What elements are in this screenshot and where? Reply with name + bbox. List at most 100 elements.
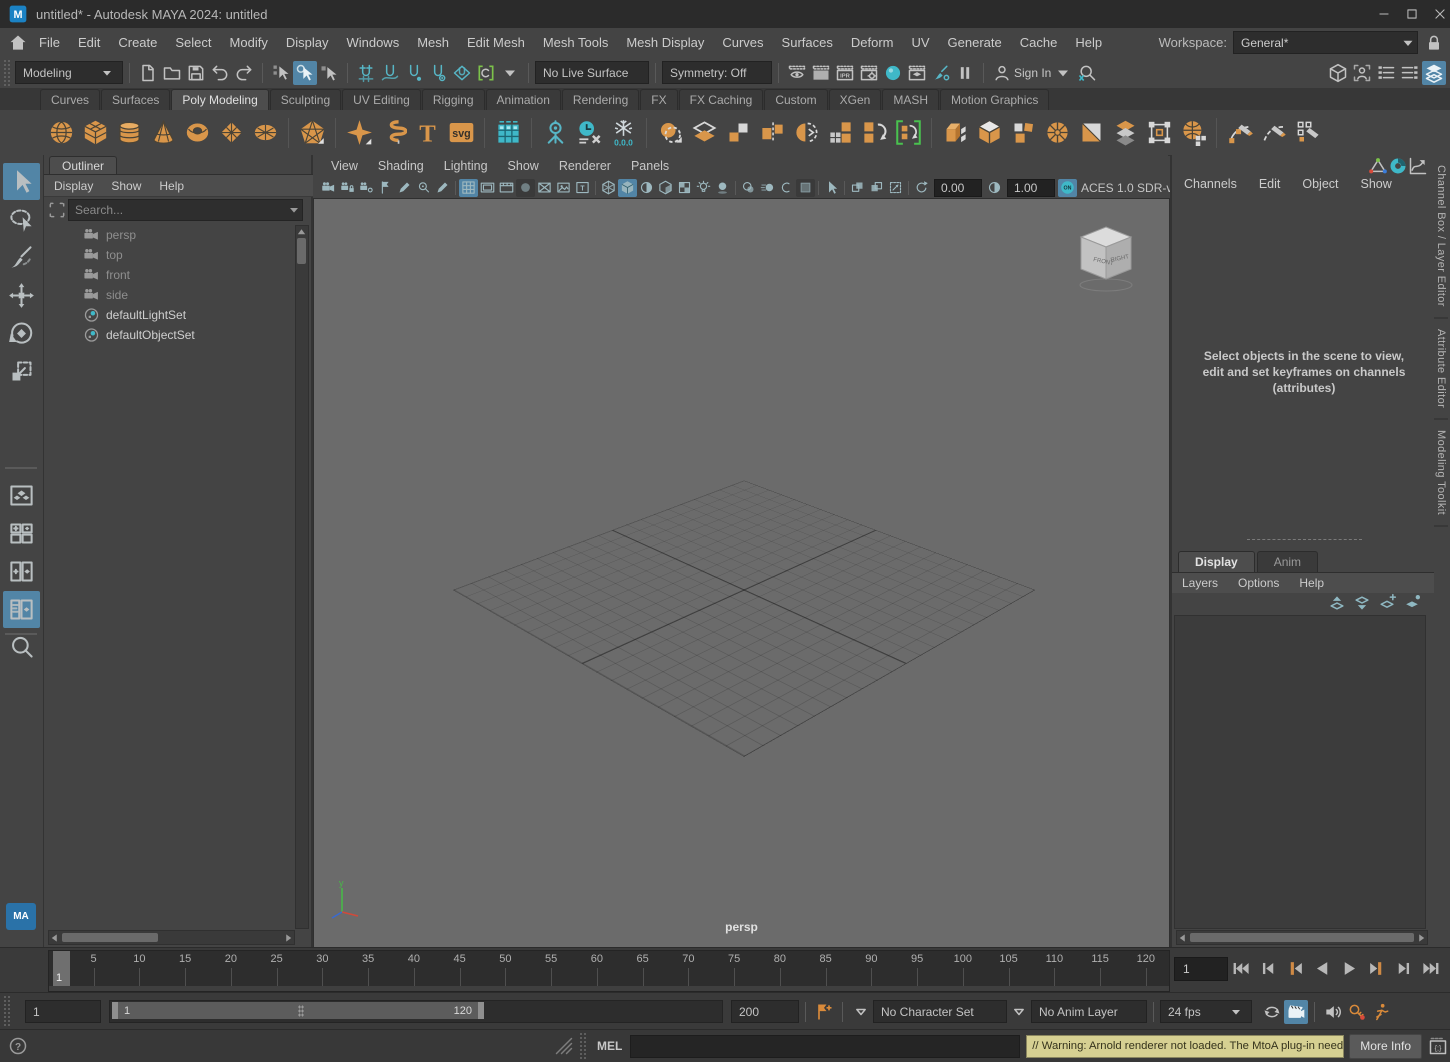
play-backwards-button[interactable] <box>1309 955 1336 982</box>
platonic-solid-button[interactable] <box>295 115 329 151</box>
remesh-button[interactable] <box>1040 115 1074 151</box>
isolate-select-icon[interactable] <box>822 179 841 197</box>
character-controls-button[interactable] <box>1350 61 1374 85</box>
anim-layer-field[interactable]: No Anim Layer <box>1031 1000 1147 1023</box>
resolution-gate-icon[interactable] <box>497 179 516 197</box>
layer-add-empty-icon[interactable] <box>1374 593 1399 613</box>
speaker-icon[interactable] <box>1321 1000 1345 1024</box>
close-button[interactable] <box>1430 4 1450 24</box>
out-hscroll-right-icon[interactable] <box>283 932 294 943</box>
bevel-button[interactable] <box>972 115 1006 151</box>
shelf-tab-fx-caching[interactable]: FX Caching <box>679 89 764 110</box>
menu-generate[interactable]: Generate <box>939 28 1011 57</box>
shelf-tab-motion-graphics[interactable]: Motion Graphics <box>940 89 1049 110</box>
sign-in-dropdown[interactable]: Sign In <box>990 61 1075 85</box>
workspace-panels-button[interactable] <box>1422 61 1446 85</box>
append-polygon-button[interactable] <box>823 115 857 151</box>
cb-hscroll-left-icon[interactable] <box>1177 932 1188 943</box>
layout-two-pane-button[interactable] <box>3 553 40 590</box>
menu-surfaces[interactable]: Surfaces <box>773 28 842 57</box>
user-avatar[interactable]: MA <box>6 903 36 930</box>
poly-plane-button[interactable] <box>214 115 248 151</box>
go-to-end-button[interactable] <box>1417 955 1444 982</box>
side-tab-attribute-editor[interactable]: Attribute Editor <box>1434 319 1448 420</box>
layer-menu-options[interactable]: Options <box>1238 576 1279 590</box>
bookmark-add-icon[interactable] <box>812 1000 836 1024</box>
type-tool-button[interactable]: T <box>410 115 444 151</box>
command-grip[interactable] <box>579 1032 586 1060</box>
step-back-frame-button[interactable] <box>1255 955 1282 982</box>
viewport-menu-shading[interactable]: Shading <box>378 159 424 173</box>
go-to-start-button[interactable] <box>1228 955 1255 982</box>
side-tab-channel-box-layer-editor[interactable]: Channel Box / Layer Editor <box>1434 155 1448 319</box>
layer-hscrollbar[interactable] <box>1176 930 1428 945</box>
layer-move-up-icon[interactable] <box>1324 593 1349 613</box>
svg-tool-button[interactable]: svg <box>444 115 478 151</box>
viewport-panel[interactable]: ViewShadingLightingShowRendererPanels T … <box>313 155 1168 947</box>
save-scene-button[interactable] <box>184 61 208 85</box>
xray-joints-icon[interactable] <box>867 179 886 197</box>
charset-chevron-icon[interactable] <box>849 1000 873 1024</box>
outliner-menu-help[interactable]: Help <box>159 179 184 193</box>
current-frame-marker[interactable]: 1 <box>53 951 70 991</box>
lock-camera-icon[interactable] <box>338 179 357 197</box>
menu-mesh-display[interactable]: Mesh Display <box>617 28 713 57</box>
menu-edit-mesh[interactable]: Edit Mesh <box>458 28 534 57</box>
move-tool-button[interactable] <box>3 277 40 314</box>
pencil-curve-tool-button[interactable] <box>1257 115 1291 151</box>
animation-end-field[interactable]: 200 <box>731 1000 799 1023</box>
shelf-tab-curves[interactable]: Curves <box>40 89 100 110</box>
cached-playback-icon[interactable] <box>1388 157 1408 175</box>
outliner-item-front[interactable]: front <box>44 265 297 285</box>
poly-torus-button[interactable] <box>180 115 214 151</box>
edit-curve-tool-button[interactable] <box>1291 115 1325 151</box>
animlayer-chevron-icon[interactable] <box>1007 1000 1031 1024</box>
sculpt-tool-button[interactable] <box>1176 115 1210 151</box>
outliner-menu-show[interactable]: Show <box>111 179 141 193</box>
ipr-render-button[interactable]: IPR <box>833 61 857 85</box>
fps-chevron-icon[interactable] <box>1228 1004 1244 1020</box>
sign-in-chevron-icon[interactable] <box>1051 61 1075 85</box>
light-editor-button[interactable] <box>929 61 953 85</box>
graph-icon[interactable] <box>1408 157 1428 175</box>
menuset-dropdown[interactable]: Modeling <box>15 61 123 84</box>
menu-file[interactable]: File <box>30 28 69 57</box>
viewport-menu-panels[interactable]: Panels <box>631 159 669 173</box>
shelf-tab-mash[interactable]: MASH <box>882 89 939 110</box>
character-set-field[interactable]: No Character Set <box>873 1000 1007 1023</box>
frame-selection-button[interactable] <box>1326 61 1350 85</box>
range-track[interactable]: 1 120 <box>109 1000 723 1023</box>
gamma-field[interactable]: 1.00 <box>1007 179 1055 197</box>
shelf-tab-sculpting[interactable]: Sculpting <box>270 89 341 110</box>
snap-projected-center-button[interactable] <box>426 61 450 85</box>
menu-create[interactable]: Create <box>109 28 166 57</box>
outliner-tab[interactable]: Outliner <box>49 156 117 175</box>
xray-icon[interactable] <box>848 179 867 197</box>
search-chevron-icon[interactable] <box>286 202 302 218</box>
layout-four-pane-button[interactable] <box>3 515 40 552</box>
snap-to-grid-button[interactable] <box>354 61 378 85</box>
exposure-icon[interactable] <box>912 179 931 197</box>
select-object-button[interactable] <box>293 61 317 85</box>
extract-button[interactable] <box>755 115 789 151</box>
reduce-button[interactable] <box>857 115 891 151</box>
outliner-item-defaultLightSet[interactable]: defaultLightSet <box>44 305 297 325</box>
command-input[interactable] <box>630 1035 1020 1058</box>
step-forward-key-button[interactable] <box>1363 955 1390 982</box>
lasso-tool-button[interactable] <box>3 201 40 238</box>
use-lights-icon[interactable] <box>694 179 713 197</box>
menu-edit[interactable]: Edit <box>69 28 109 57</box>
toolbar-grip[interactable] <box>3 59 10 86</box>
menu-help[interactable]: Help <box>1066 28 1111 57</box>
bridge-button[interactable] <box>1006 115 1040 151</box>
hud-icon[interactable]: T <box>573 179 592 197</box>
combine-button[interactable] <box>687 115 721 151</box>
xgen-search-icon[interactable] <box>1075 61 1099 85</box>
viewport-menu-lighting[interactable]: Lighting <box>444 159 488 173</box>
poly-disc-button[interactable] <box>248 115 282 151</box>
pan-zoom-icon[interactable] <box>414 179 433 197</box>
poly-cone-button[interactable] <box>146 115 180 151</box>
current-time-field[interactable]: 1 <box>1174 957 1228 981</box>
view-transform-toggle[interactable]: ON <box>1058 179 1077 197</box>
display-rendering-button[interactable] <box>881 61 905 85</box>
